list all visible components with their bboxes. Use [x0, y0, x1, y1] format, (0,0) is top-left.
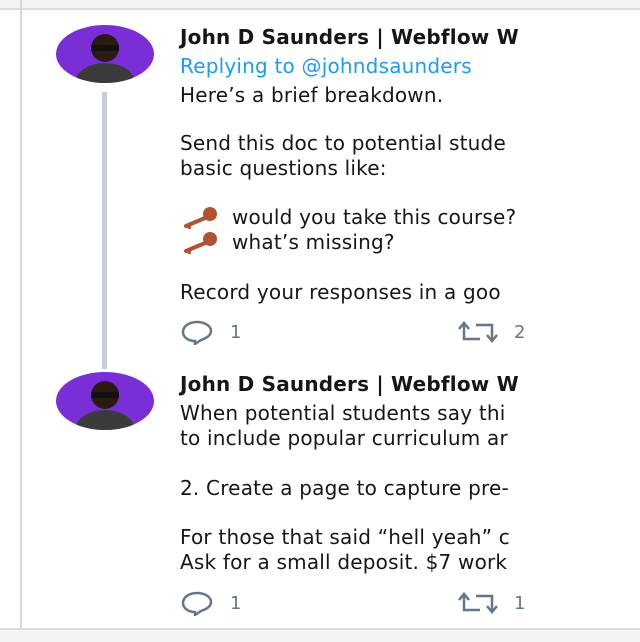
reply-button[interactable]: 1 — [180, 319, 241, 345]
tweet-actions: 1 2 — [180, 319, 640, 345]
retweet-button[interactable]: 2 — [458, 319, 525, 345]
tweet-author-name[interactable]: John D Saunders | Webflow W — [180, 372, 519, 397]
reply-button[interactable]: 1 — [180, 590, 241, 616]
key-icon — [180, 206, 220, 230]
window-left-border — [20, 0, 22, 640]
reply-icon — [181, 320, 213, 345]
tweet-author-name[interactable]: John D Saunders | Webflow W — [180, 25, 519, 50]
retweet-count: 1 — [514, 592, 526, 614]
tweet-line: When potential students say thi — [180, 401, 506, 425]
bullet-item: what’s missing? — [180, 230, 395, 255]
avatar[interactable] — [56, 25, 154, 83]
mention-link[interactable]: @johndsaunders — [302, 54, 472, 78]
replying-to-line: Replying to @johndsaunders — [180, 54, 472, 78]
thread-connector-line — [102, 92, 107, 369]
reply-icon — [181, 591, 213, 616]
retweet-icon — [458, 321, 498, 343]
tweet-line: to include popular curriculum ar — [180, 426, 508, 450]
retweet-count: 2 — [514, 321, 526, 343]
reply-count: 1 — [230, 592, 242, 614]
tweet-line: For those that said “hell yeah” c — [180, 525, 510, 549]
tweet-line: Send this doc to potential stude — [180, 131, 506, 155]
tweet-line: Record your responses in a goo — [180, 280, 501, 304]
key-icon — [180, 231, 220, 255]
bullet-item: would you take this course? — [180, 205, 516, 230]
tweet-actions: 1 1 — [180, 590, 640, 616]
tweet-line: Ask for a small deposit. $7 work — [180, 550, 508, 574]
reply-count: 1 — [230, 321, 242, 343]
tweet-line: basic questions like: — [180, 156, 387, 180]
retweet-icon — [458, 592, 498, 614]
tweet-line: Here’s a brief breakdown. — [180, 83, 444, 107]
tweet-line: 2. Create a page to capture pre- — [180, 476, 509, 500]
window-top-border — [0, 0, 640, 10]
avatar[interactable] — [56, 372, 154, 430]
retweet-button[interactable]: 1 — [458, 590, 525, 616]
